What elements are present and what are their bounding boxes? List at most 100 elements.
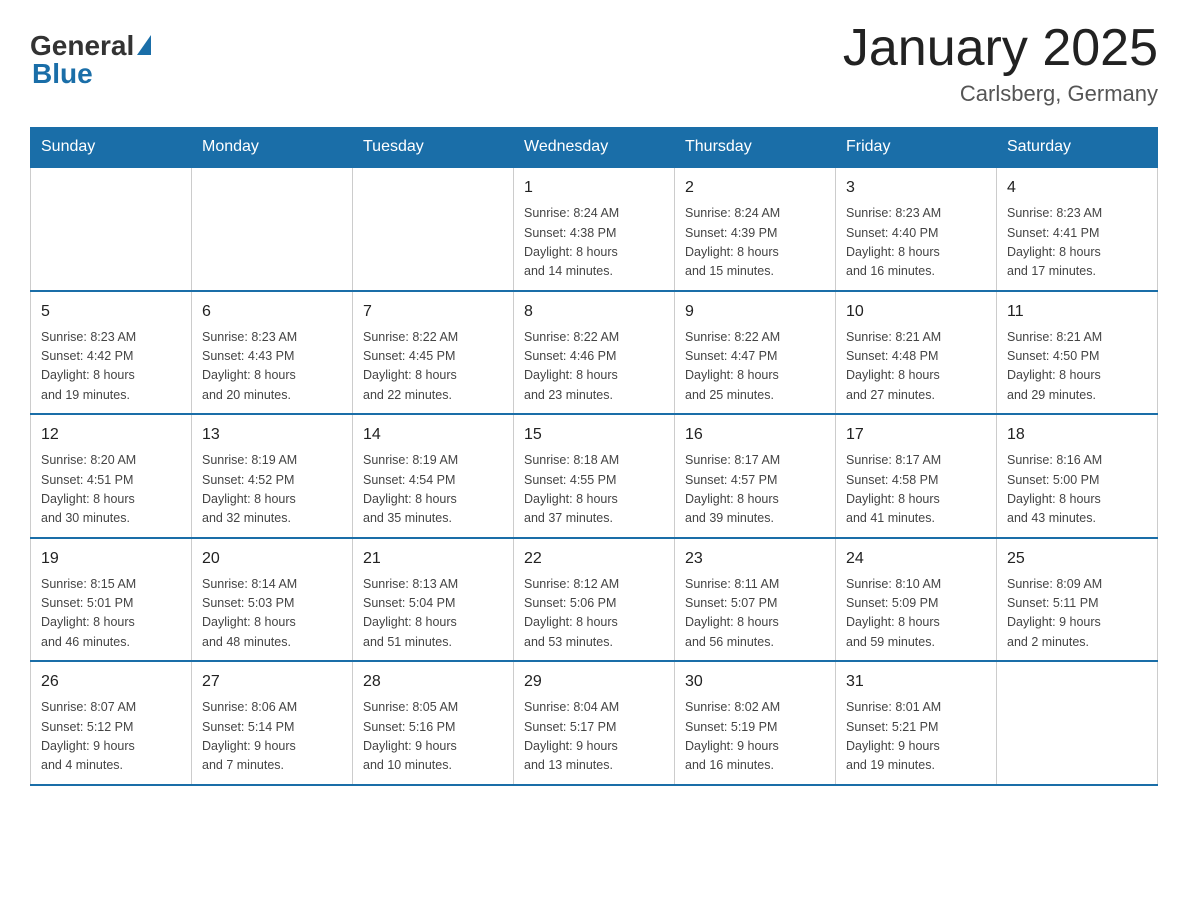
- day-number: 11: [1007, 300, 1147, 324]
- calendar-cell: 5 Sunrise: 8:23 AM Sunset: 4:42 PM Daylig…: [31, 291, 192, 415]
- calendar-cell: [31, 167, 192, 291]
- day-info: Sunrise: 8:23 AM Sunset: 4:40 PM Dayligh…: [846, 204, 986, 282]
- logo-triangle-icon: [137, 35, 151, 55]
- day-info: Sunrise: 8:23 AM Sunset: 4:43 PM Dayligh…: [202, 328, 342, 406]
- day-number: 23: [685, 547, 825, 571]
- day-info: Sunrise: 8:22 AM Sunset: 4:45 PM Dayligh…: [363, 328, 503, 406]
- day-number: 31: [846, 670, 986, 694]
- day-number: 4: [1007, 176, 1147, 200]
- day-number: 24: [846, 547, 986, 571]
- calendar-cell: 19 Sunrise: 8:15 AM Sunset: 5:01 PM Dayli…: [31, 538, 192, 662]
- day-number: 12: [41, 423, 181, 447]
- day-info: Sunrise: 8:10 AM Sunset: 5:09 PM Dayligh…: [846, 575, 986, 653]
- calendar-cell: 16 Sunrise: 8:17 AM Sunset: 4:57 PM Dayli…: [675, 414, 836, 538]
- calendar-week-row: 19 Sunrise: 8:15 AM Sunset: 5:01 PM Dayli…: [31, 538, 1158, 662]
- day-of-week-header: Friday: [836, 128, 997, 168]
- day-number: 30: [685, 670, 825, 694]
- title-section: January 2025 Carlsberg, Germany: [843, 20, 1158, 107]
- day-of-week-header: Monday: [192, 128, 353, 168]
- calendar-cell: 30Sunrise: 8:02 AM Sunset: 5:19 PM Dayli…: [675, 661, 836, 785]
- day-info: Sunrise: 8:17 AM Sunset: 4:57 PM Dayligh…: [685, 451, 825, 529]
- calendar-cell: 17 Sunrise: 8:17 AM Sunset: 4:58 PM Dayli…: [836, 414, 997, 538]
- logo-blue-text: Blue: [32, 58, 93, 90]
- calendar-week-row: 5 Sunrise: 8:23 AM Sunset: 4:42 PM Daylig…: [31, 291, 1158, 415]
- day-number: 3: [846, 176, 986, 200]
- calendar-cell: 1 Sunrise: 8:24 AM Sunset: 4:38 PM Daylig…: [514, 167, 675, 291]
- day-number: 20: [202, 547, 342, 571]
- calendar-cell: 10 Sunrise: 8:21 AM Sunset: 4:48 PM Dayli…: [836, 291, 997, 415]
- day-info: Sunrise: 8:19 AM Sunset: 4:54 PM Dayligh…: [363, 451, 503, 529]
- day-number: 29: [524, 670, 664, 694]
- day-info: Sunrise: 8:20 AM Sunset: 4:51 PM Dayligh…: [41, 451, 181, 529]
- calendar-cell: 9Sunrise: 8:22 AM Sunset: 4:47 PM Daylig…: [675, 291, 836, 415]
- location-subtitle: Carlsberg, Germany: [843, 81, 1158, 107]
- day-info: Sunrise: 8:23 AM Sunset: 4:41 PM Dayligh…: [1007, 204, 1147, 282]
- day-number: 21: [363, 547, 503, 571]
- calendar-cell: 14 Sunrise: 8:19 AM Sunset: 4:54 PM Dayli…: [353, 414, 514, 538]
- calendar-cell: 11 Sunrise: 8:21 AM Sunset: 4:50 PM Dayli…: [997, 291, 1158, 415]
- calendar-cell: 15 Sunrise: 8:18 AM Sunset: 4:55 PM Dayli…: [514, 414, 675, 538]
- logo: General Blue: [30, 30, 151, 90]
- calendar-cell: 29Sunrise: 8:04 AM Sunset: 5:17 PM Dayli…: [514, 661, 675, 785]
- day-info: Sunrise: 8:16 AM Sunset: 5:00 PM Dayligh…: [1007, 451, 1147, 529]
- day-number: 17: [846, 423, 986, 447]
- calendar-cell: 8 Sunrise: 8:22 AM Sunset: 4:46 PM Daylig…: [514, 291, 675, 415]
- day-number: 28: [363, 670, 503, 694]
- day-number: 19: [41, 547, 181, 571]
- day-info: Sunrise: 8:21 AM Sunset: 4:50 PM Dayligh…: [1007, 328, 1147, 406]
- calendar-cell: 24 Sunrise: 8:10 AM Sunset: 5:09 PM Dayli…: [836, 538, 997, 662]
- day-info: Sunrise: 8:18 AM Sunset: 4:55 PM Dayligh…: [524, 451, 664, 529]
- page-header: General Blue January 2025 Carlsberg, Ger…: [30, 20, 1158, 107]
- day-info: Sunrise: 8:13 AM Sunset: 5:04 PM Dayligh…: [363, 575, 503, 653]
- day-info: Sunrise: 8:12 AM Sunset: 5:06 PM Dayligh…: [524, 575, 664, 653]
- day-number: 8: [524, 300, 664, 324]
- day-info: Sunrise: 8:01 AM Sunset: 5:21 PM Dayligh…: [846, 698, 986, 776]
- day-number: 7: [363, 300, 503, 324]
- day-number: 27: [202, 670, 342, 694]
- calendar-cell: 25 Sunrise: 8:09 AM Sunset: 5:11 PM Dayli…: [997, 538, 1158, 662]
- day-info: Sunrise: 8:21 AM Sunset: 4:48 PM Dayligh…: [846, 328, 986, 406]
- day-of-week-header: Thursday: [675, 128, 836, 168]
- day-info: Sunrise: 8:15 AM Sunset: 5:01 PM Dayligh…: [41, 575, 181, 653]
- calendar-cell: 6 Sunrise: 8:23 AM Sunset: 4:43 PM Daylig…: [192, 291, 353, 415]
- day-number: 18: [1007, 423, 1147, 447]
- day-info: Sunrise: 8:17 AM Sunset: 4:58 PM Dayligh…: [846, 451, 986, 529]
- calendar-cell: 23Sunrise: 8:11 AM Sunset: 5:07 PM Dayli…: [675, 538, 836, 662]
- day-number: 2: [685, 176, 825, 200]
- calendar-cell: [353, 167, 514, 291]
- calendar-cell: 4 Sunrise: 8:23 AM Sunset: 4:41 PM Daylig…: [997, 167, 1158, 291]
- day-info: Sunrise: 8:06 AM Sunset: 5:14 PM Dayligh…: [202, 698, 342, 776]
- day-number: 10: [846, 300, 986, 324]
- calendar-cell: 18 Sunrise: 8:16 AM Sunset: 5:00 PM Dayli…: [997, 414, 1158, 538]
- calendar-cell: 12 Sunrise: 8:20 AM Sunset: 4:51 PM Dayli…: [31, 414, 192, 538]
- day-number: 14: [363, 423, 503, 447]
- day-info: Sunrise: 8:05 AM Sunset: 5:16 PM Dayligh…: [363, 698, 503, 776]
- day-info: Sunrise: 8:07 AM Sunset: 5:12 PM Dayligh…: [41, 698, 181, 776]
- day-info: Sunrise: 8:24 AM Sunset: 4:38 PM Dayligh…: [524, 204, 664, 282]
- day-number: 16: [685, 423, 825, 447]
- day-info: Sunrise: 8:14 AM Sunset: 5:03 PM Dayligh…: [202, 575, 342, 653]
- day-of-week-header: Sunday: [31, 128, 192, 168]
- calendar-cell: 2Sunrise: 8:24 AM Sunset: 4:39 PM Daylig…: [675, 167, 836, 291]
- day-info: Sunrise: 8:23 AM Sunset: 4:42 PM Dayligh…: [41, 328, 181, 406]
- calendar-cell: 27 Sunrise: 8:06 AM Sunset: 5:14 PM Dayli…: [192, 661, 353, 785]
- calendar-header-row: SundayMondayTuesdayWednesdayThursdayFrid…: [31, 128, 1158, 168]
- day-number: 15: [524, 423, 664, 447]
- day-of-week-header: Wednesday: [514, 128, 675, 168]
- calendar-cell: 13Sunrise: 8:19 AM Sunset: 4:52 PM Dayli…: [192, 414, 353, 538]
- calendar-week-row: 1 Sunrise: 8:24 AM Sunset: 4:38 PM Daylig…: [31, 167, 1158, 291]
- calendar-cell: 21 Sunrise: 8:13 AM Sunset: 5:04 PM Dayli…: [353, 538, 514, 662]
- day-number: 1: [524, 176, 664, 200]
- calendar-cell: 26 Sunrise: 8:07 AM Sunset: 5:12 PM Dayli…: [31, 661, 192, 785]
- calendar-week-row: 26 Sunrise: 8:07 AM Sunset: 5:12 PM Dayli…: [31, 661, 1158, 785]
- calendar-table: SundayMondayTuesdayWednesdayThursdayFrid…: [30, 127, 1158, 786]
- calendar-cell: 31 Sunrise: 8:01 AM Sunset: 5:21 PM Dayli…: [836, 661, 997, 785]
- day-info: Sunrise: 8:22 AM Sunset: 4:47 PM Dayligh…: [685, 328, 825, 406]
- day-of-week-header: Tuesday: [353, 128, 514, 168]
- day-number: 25: [1007, 547, 1147, 571]
- day-info: Sunrise: 8:09 AM Sunset: 5:11 PM Dayligh…: [1007, 575, 1147, 653]
- day-info: Sunrise: 8:22 AM Sunset: 4:46 PM Dayligh…: [524, 328, 664, 406]
- day-number: 6: [202, 300, 342, 324]
- day-number: 5: [41, 300, 181, 324]
- day-number: 26: [41, 670, 181, 694]
